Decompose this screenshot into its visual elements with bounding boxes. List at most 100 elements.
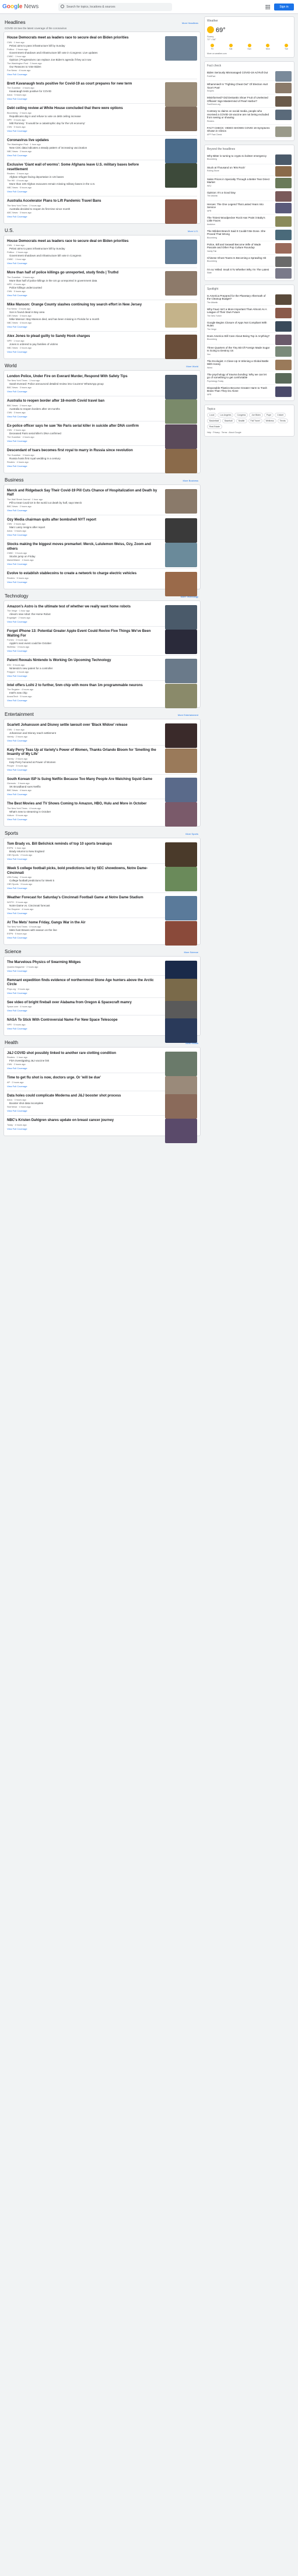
related-headline[interactable]: Government shutdown and infrastructure b… xyxy=(7,254,157,258)
section-title[interactable]: World xyxy=(5,363,17,368)
topic-chip[interactable]: Wellness xyxy=(263,418,276,423)
related-headline[interactable]: Jones is ordered to pay families of vict… xyxy=(7,343,157,346)
related-headline[interactable]: Mets host Braves with season on the line xyxy=(7,929,157,932)
section-subtitle[interactable]: COVID-19 See the latest coverage of the … xyxy=(5,27,201,30)
item-headline[interactable]: FACT CHECK: VIDEO SHOWS COVID 19 Symptom… xyxy=(207,126,270,133)
story-headline[interactable]: Scarlett Johansson and Disney settle law… xyxy=(7,723,159,728)
story-headline[interactable]: Australia Accelerator Plans to Lift Pand… xyxy=(7,199,159,204)
item-thumbnail[interactable] xyxy=(275,202,292,213)
related-headline[interactable]: New CDC data indicates a steady pattern … xyxy=(7,146,157,150)
story-headline[interactable]: Exclusive 'Giant wall of worms': Some Af… xyxy=(7,163,159,172)
item-thumbnail[interactable] xyxy=(275,166,292,177)
related-headline[interactable]: Afghan refugee facing deportation in US … xyxy=(7,175,157,179)
beyond-headlines-panel-item[interactable]: The Tiniest Woodpecker Rock Has 'Paint i… xyxy=(207,215,292,228)
related-headline[interactable]: Alexa's new robot: the Home Robot xyxy=(7,613,157,616)
item-headline[interactable]: Why Fauci Isn't a More Important Than Al… xyxy=(207,308,270,314)
spotlight-panel-item[interactable]: Google Begins Closure of Apps Not Compli… xyxy=(207,319,292,333)
story-thumbnail[interactable] xyxy=(165,449,197,473)
search-input[interactable]: Search for topics, locations & sources xyxy=(58,3,172,11)
story-thumbnail[interactable] xyxy=(165,842,197,867)
apps-grid-icon[interactable] xyxy=(265,5,270,9)
related-headline[interactable]: Nintendo's new patent for a controller xyxy=(7,667,157,670)
google-news-logo[interactable]: Google News xyxy=(2,3,38,10)
item-headline[interactable]: Contrary to claims on social media, peop… xyxy=(207,110,270,120)
item-thumbnail[interactable] xyxy=(275,216,292,227)
item-thumbnail[interactable] xyxy=(275,268,292,279)
view-full-coverage-link[interactable]: View Full Coverage xyxy=(7,73,197,76)
item-thumbnail[interactable] xyxy=(275,229,292,240)
item-headline[interactable]: Disposable Plastics Become Greater Harm … xyxy=(207,386,270,393)
more-link[interactable]: More Technology xyxy=(181,595,198,598)
story-headline[interactable]: Debt ceiling review at White House concl… xyxy=(7,107,159,111)
item-thumbnail[interactable] xyxy=(275,110,292,120)
story-thumbnail[interactable] xyxy=(165,748,197,773)
spotlight-panel-item[interactable]: The Ecologist: A Close-Up In Winning a G… xyxy=(207,358,292,371)
more-link[interactable]: More Business xyxy=(183,479,198,482)
related-headline[interactable]: Brady returns to New England xyxy=(7,850,157,853)
section-title[interactable]: Health xyxy=(5,1040,18,1045)
related-headline[interactable]: Katy Perry honored at Power of Women xyxy=(7,761,157,764)
more-link[interactable]: More Sports xyxy=(185,832,198,835)
beyond-headlines-panel-item[interactable]: Chinese Ghost Towns Is Becoming a Sprawl… xyxy=(207,255,292,267)
related-headline[interactable]: Son is found dead in Bay area xyxy=(7,311,157,314)
story-headline[interactable]: Tom Brady vs. Bill Belichick reminds of … xyxy=(7,842,159,847)
topic-chip[interactable]: Fall Travel xyxy=(248,418,262,423)
related-headline[interactable]: More than 100 Afghan evacuees remain mis… xyxy=(7,182,157,186)
item-thumbnail[interactable] xyxy=(275,83,292,93)
item-thumbnail[interactable] xyxy=(275,177,292,188)
story-thumbnail[interactable] xyxy=(165,163,197,188)
view-full-coverage-link[interactable]: View Full Coverage xyxy=(7,190,197,193)
story-thumbnail[interactable] xyxy=(165,271,197,296)
spotlight-panel-item[interactable]: Why Fauci Isn't a More Important Than Al… xyxy=(207,306,292,319)
topic-chip[interactable]: Congress xyxy=(234,412,248,417)
story-headline[interactable]: House Democrats meet as leaders race to … xyxy=(7,240,159,244)
item-headline[interactable]: Whammied! In "Fighting Cheat Out" Of Ele… xyxy=(207,83,270,89)
related-headline[interactable]: Pill to treat Covid-19 in the world cut … xyxy=(7,501,157,505)
item-thumbnail[interactable] xyxy=(275,154,292,165)
spotlight-panel-item[interactable]: Does America Still Care About Being Top … xyxy=(207,333,292,345)
related-headline[interactable]: Apple's next event could be October xyxy=(7,642,157,645)
item-thumbnail[interactable] xyxy=(275,256,292,267)
related-headline[interactable]: FDA investigating J&J vaccine link xyxy=(7,1059,157,1063)
story-headline[interactable]: NASA To Stick With Controversial Name Fo… xyxy=(7,1018,159,1023)
story-headline[interactable]: South Korean ISP Is Suing Netflix Becaus… xyxy=(7,778,159,782)
beyond-headlines-panel-item[interactable]: The Wildest Branch Said It Couldn't Be D… xyxy=(207,228,292,241)
story-headline[interactable]: Patent Reveals Nintendo Is Working On Up… xyxy=(7,659,159,663)
fact-check-panel-item[interactable]: Biden Seriously Mismanaged COVID-19 Ad R… xyxy=(207,69,292,82)
spotlight-panel-item[interactable]: The psychology of trauma bonding: Why we… xyxy=(207,371,292,385)
story-thumbnail[interactable] xyxy=(165,777,197,802)
topic-chip[interactable]: Pope xyxy=(264,412,274,417)
story-thumbnail[interactable] xyxy=(165,920,197,946)
related-headline[interactable]: SK Broadband sues Netflix xyxy=(7,785,157,789)
section-title[interactable]: Headlines xyxy=(5,20,26,25)
item-headline[interactable]: The Wildest Branch Said It Couldn't Be D… xyxy=(207,230,270,236)
topic-chip[interactable]: Cricket xyxy=(275,412,286,417)
story-thumbnail[interactable] xyxy=(165,239,197,264)
spotlight-panel-item[interactable]: Disposable Plastics Become Greater Harm … xyxy=(207,385,292,398)
story-headline[interactable]: Amazon's Astro is the ultimate test of w… xyxy=(7,605,159,610)
story-thumbnail[interactable] xyxy=(165,199,197,224)
item-thumbnail[interactable] xyxy=(275,372,292,384)
item-headline[interactable]: Chinese Ghost Towns Is Becoming a Sprawl… xyxy=(207,256,270,260)
item-thumbnail[interactable] xyxy=(275,386,292,397)
footer-links[interactable]: Help · Privacy · Terms · About Google xyxy=(207,431,292,434)
related-headline[interactable]: Government shutdown and infrastructure b… xyxy=(7,51,157,55)
item-headline[interactable]: Sales Prices in Specialty Through a Bett… xyxy=(207,178,270,184)
item-thumbnail[interactable] xyxy=(275,307,292,318)
topic-chip[interactable]: Basketball xyxy=(207,418,222,423)
item-headline[interactable]: The psychology of trauma bonding: Why we… xyxy=(207,373,270,379)
related-headline[interactable]: Stocks jump on Friday xyxy=(7,555,157,558)
more-link[interactable]: More U.S. xyxy=(188,230,198,233)
fact-check-panel-item[interactable]: Whammied! In "Fighting Cheat Out" Of Ele… xyxy=(207,81,292,94)
item-headline[interactable]: The Tiniest Woodpecker Rock Has 'Paint i… xyxy=(207,216,270,223)
related-headline[interactable]: Pelosi aims to pass infrastructure bill … xyxy=(7,247,157,251)
story-thumbnail[interactable] xyxy=(165,335,197,359)
topic-chip[interactable]: Local xyxy=(207,412,217,417)
related-headline[interactable]: Sarah Everard: Police announced detailed… xyxy=(7,382,157,386)
item-headline[interactable]: The Ecologist: A Close-Up In Winning a G… xyxy=(207,360,270,366)
item-headline[interactable]: I'm so Yelled: Insult It To Whether Why … xyxy=(207,268,270,272)
story-thumbnail[interactable] xyxy=(165,802,197,827)
story-thumbnail[interactable] xyxy=(165,518,197,543)
item-headline[interactable]: Why Bitter is turning to crypto to bolst… xyxy=(207,154,270,158)
story-headline[interactable]: At The Mets' home Friday, Gangs War in t… xyxy=(7,921,159,926)
